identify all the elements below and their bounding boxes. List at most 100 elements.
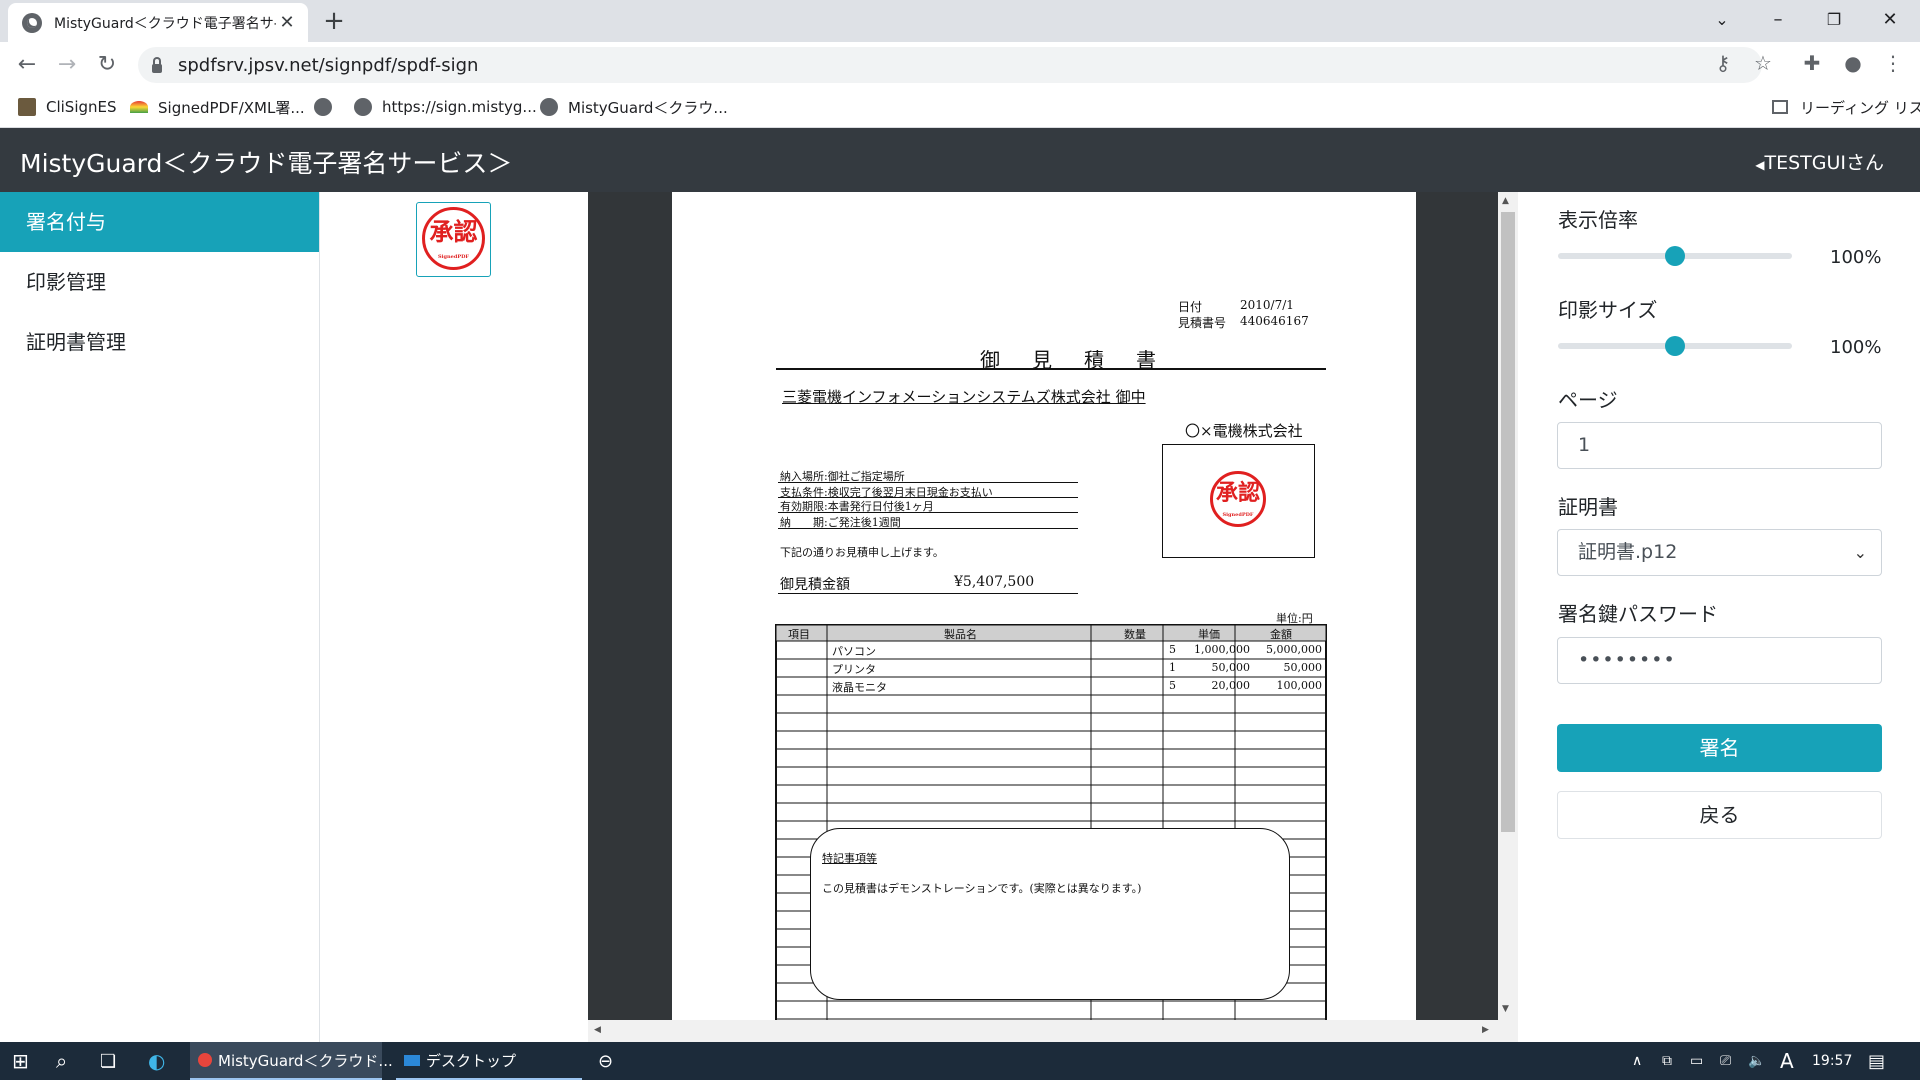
sidebar-item-sign[interactable]: 署名付与 <box>0 192 319 252</box>
key-icon[interactable]: ⚷ <box>1708 48 1738 78</box>
browser-tab[interactable]: MistyGuard＜クラウド電子署名サ- ✕ <box>8 3 308 42</box>
tray-device-icon[interactable]: ⧉ <box>1662 1042 1672 1080</box>
app-icon[interactable]: ⊖ <box>598 1042 613 1080</box>
page-input[interactable]: 1 <box>1557 422 1882 469</box>
bookmark-signedpdf[interactable]: SignedPDF/XML署... <box>130 95 305 119</box>
search-icon[interactable]: ⌕ <box>56 1042 67 1080</box>
approval-stamp: 承認 SignedPDF <box>422 207 485 270</box>
volume-icon[interactable]: 🔈 <box>1748 1042 1765 1080</box>
notes-title: 特記事項等 <box>822 852 877 865</box>
issuer: 〇×電機株式会社 <box>1185 422 1303 440</box>
chrome-icon <box>198 1053 212 1067</box>
back-arrow-icon[interactable]: ← <box>12 50 42 80</box>
horizontal-scrollbar[interactable] <box>588 1020 1518 1042</box>
certificate-select[interactable]: 証明書.p12 ⌄ <box>1557 529 1882 576</box>
new-tab-button[interactable]: + <box>318 6 350 36</box>
profile-icon[interactable]: ● <box>1838 48 1868 78</box>
row-2-qty: 1 <box>1169 661 1176 674</box>
taskbar-chrome-window[interactable]: MistyGuard＜クラウド... <box>190 1042 393 1080</box>
row-2-product: プリンタ <box>832 663 876 676</box>
globe-icon <box>22 12 42 33</box>
minimize-button[interactable]: – <box>1750 0 1806 40</box>
recipient: 三菱電機インフォメーションシステムズ株式会社 御中 <box>782 388 1146 406</box>
scroll-left-icon[interactable]: ◀ <box>594 1025 601 1035</box>
row-3-product: 液晶モニタ <box>832 681 887 694</box>
th-product: 製品名 <box>944 628 977 641</box>
battery-icon[interactable]: ▭ <box>1690 1042 1703 1080</box>
clock[interactable]: 19:57 <box>1812 1042 1852 1080</box>
bookmark-clisignes[interactable]: CliSignES <box>18 95 117 119</box>
scroll-right-icon[interactable]: ▶ <box>1482 1025 1489 1035</box>
bookmark-sign-mistyguard[interactable]: https://sign.mistyg... <box>354 95 537 119</box>
term-underline <box>778 482 1078 483</box>
zoom-slider[interactable] <box>1558 246 1792 266</box>
title-underline <box>776 368 1326 370</box>
row-1-unit: 1,000,000 <box>1194 643 1250 656</box>
scroll-up-icon[interactable]: ▲ <box>1502 196 1509 206</box>
scroll-down-icon[interactable]: ▼ <box>1502 1004 1509 1014</box>
windows-start-icon[interactable]: ⊞ <box>12 1042 29 1080</box>
password-label: 署名鍵パスワード <box>1558 602 1718 626</box>
notes-box <box>810 828 1290 1000</box>
chevron-down-icon: ⌄ <box>1853 543 1867 562</box>
close-window-button[interactable]: ✕ <box>1862 0 1918 40</box>
total-underline <box>778 593 1078 594</box>
stamp-thumbnail[interactable]: 承認 SignedPDF <box>416 202 491 277</box>
app-title[interactable]: MistyGuard＜クラウド電子署名サービス＞ <box>20 144 512 180</box>
row-1-product: パソコン <box>832 645 876 658</box>
sign-button[interactable]: 署名 <box>1557 724 1882 772</box>
vertical-scroll-thumb[interactable] <box>1501 212 1515 832</box>
taskbar-desktop-window[interactable]: デスクトップ <box>396 1042 582 1080</box>
th-qty: 数量 <box>1124 628 1146 641</box>
lock-icon <box>152 56 162 73</box>
total-value: ¥5,407,500 <box>954 574 1035 590</box>
extensions-icon[interactable]: ✚ <box>1797 48 1827 78</box>
total-label: 御見積金額 <box>780 577 850 593</box>
row-1-amount: 5,000,000 <box>1266 643 1322 656</box>
date-value: 2010/7/1 <box>1240 298 1294 312</box>
row-2-unit: 50,000 <box>1211 661 1251 674</box>
bookmark-mistyguard[interactable]: MistyGuard＜クラウ... <box>540 95 728 119</box>
close-tab-icon[interactable]: ✕ <box>276 12 298 33</box>
row-2-amount: 50,000 <box>1283 661 1323 674</box>
th-unit-price: 単価 <box>1198 628 1220 641</box>
intro-text: 下記の通りお見積申し上げます。 <box>780 546 944 559</box>
stamp-size-label: 印影サイズ <box>1558 298 1658 322</box>
task-view-icon[interactable]: ❏ <box>100 1042 116 1080</box>
zoom-slider-handle[interactable] <box>1665 246 1685 266</box>
stamp-size-slider[interactable] <box>1558 336 1792 356</box>
sidebar-item-certificate-management[interactable]: 証明書管理 <box>0 312 319 372</box>
globe-icon <box>540 98 558 116</box>
notifications-icon[interactable]: ▤ <box>1868 1042 1885 1080</box>
tray-overflow-icon[interactable]: ∧ <box>1632 1042 1642 1080</box>
bookmark-globe[interactable] <box>314 95 342 119</box>
menu-icon[interactable]: ⋮ <box>1878 48 1908 78</box>
notes-text: この見積書はデモンストレーションです。(実際とは異なります。) <box>822 882 1142 895</box>
address-bar[interactable]: spdfsrv.jpsv.net/signpdf/spdf-sign <box>138 47 1762 83</box>
restore-button[interactable]: ❐ <box>1806 0 1862 40</box>
star-icon[interactable]: ☆ <box>1748 48 1778 78</box>
pdf-page[interactable]: 日付 2010/7/1 見積書号 440646167 御 見 積 書 三菱電機イ… <box>672 192 1416 1024</box>
zoom-value: 100% <box>1830 247 1882 268</box>
reload-icon[interactable]: ↻ <box>92 50 122 80</box>
reading-list[interactable]: リーディング リスト <box>1772 95 1920 119</box>
network-icon[interactable]: ⎚ <box>1720 1042 1731 1080</box>
back-button[interactable]: 戻る <box>1557 791 1882 839</box>
row-1-qty: 5 <box>1169 643 1176 656</box>
tab-search-icon[interactable]: ⌄ <box>1694 0 1750 40</box>
stamp-size-value: 100% <box>1830 337 1882 358</box>
password-input[interactable]: •••••••• <box>1557 637 1882 684</box>
sidebar-item-stamp-management[interactable]: 印影管理 <box>0 252 319 312</box>
ime-indicator[interactable]: A <box>1780 1042 1794 1080</box>
row-3-qty: 5 <box>1169 679 1176 692</box>
placed-stamp: 承認 SignedPDF <box>1210 471 1266 527</box>
rainbow-icon <box>130 101 148 113</box>
stamp-box[interactable]: 承認 SignedPDF <box>1162 444 1315 558</box>
forward-arrow-icon[interactable]: → <box>52 50 82 80</box>
url-text: spdfsrv.jpsv.net/signpdf/spdf-sign <box>178 54 479 76</box>
user-menu[interactable]: ◀TESTGUIさん <box>1755 148 1884 175</box>
edge-icon[interactable]: ◐ <box>148 1042 165 1080</box>
number-value: 440646167 <box>1240 314 1309 328</box>
term-underline <box>778 528 1078 529</box>
stamp-size-slider-handle[interactable] <box>1665 336 1685 356</box>
